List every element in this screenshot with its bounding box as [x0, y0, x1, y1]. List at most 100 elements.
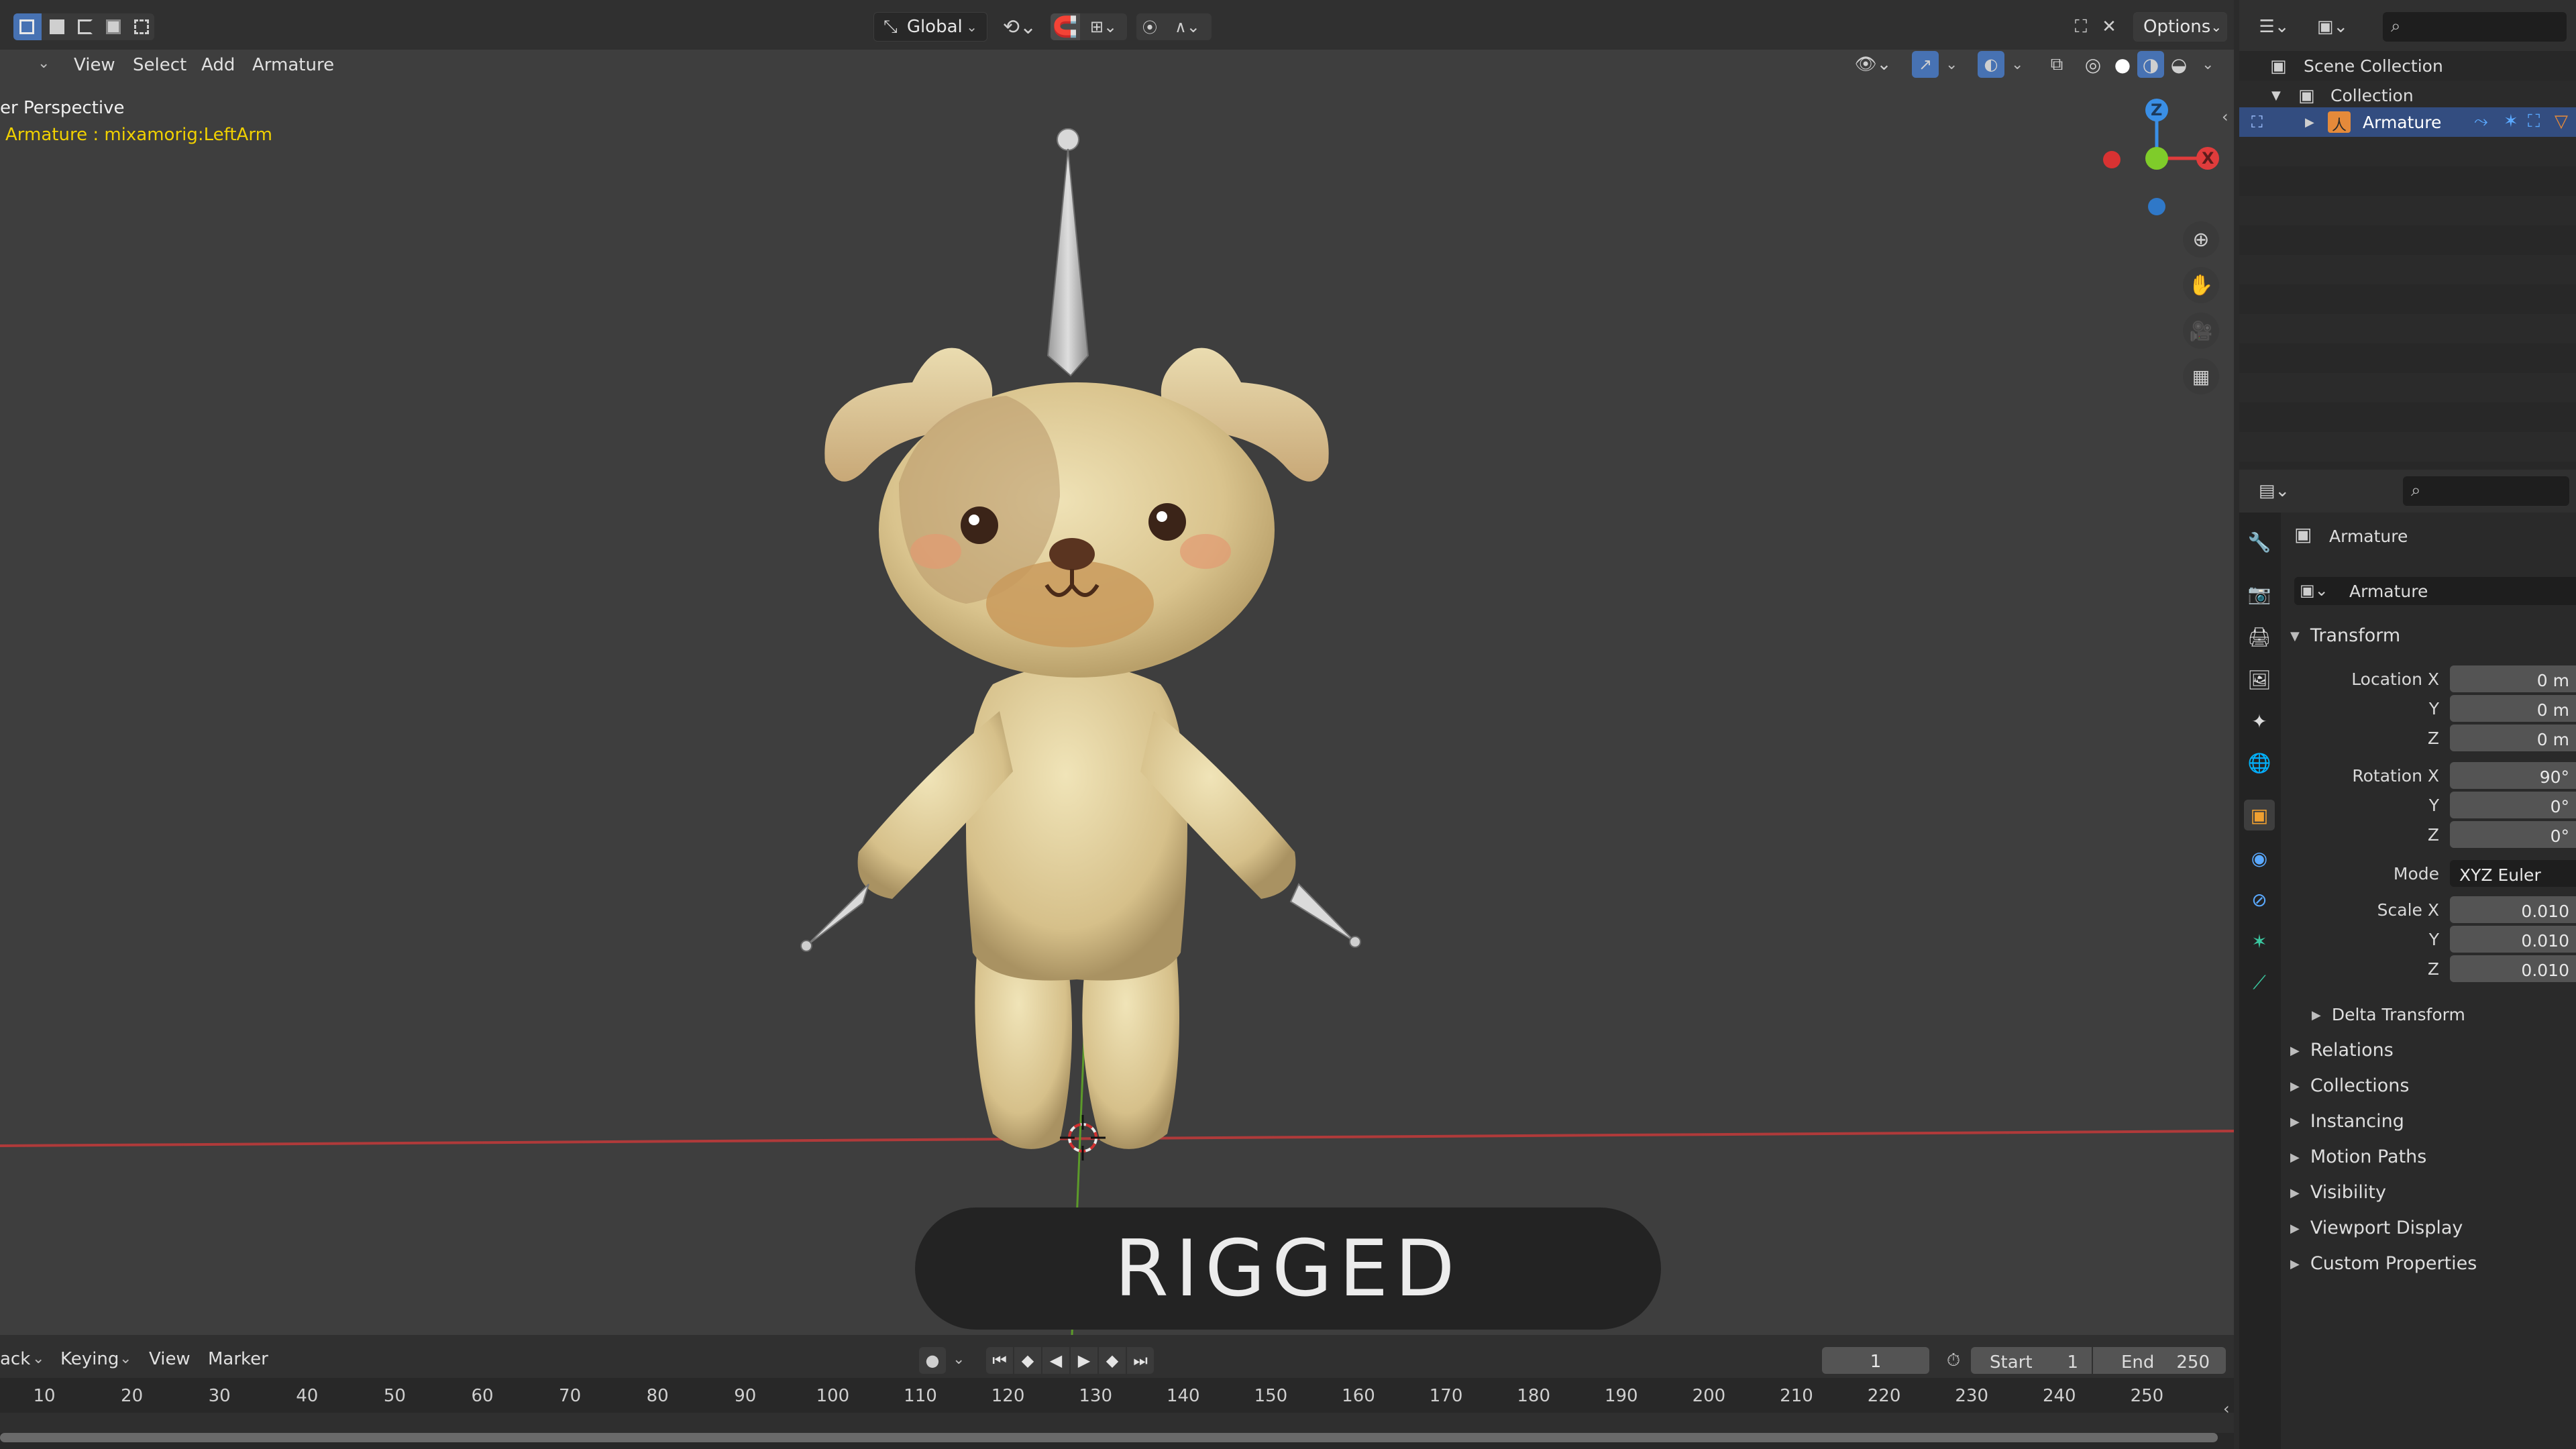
proportional-edit-icon[interactable]: ⦿: [1136, 13, 1163, 40]
rotation-y-field[interactable]: 0°: [2450, 792, 2576, 818]
motion-paths-panel[interactable]: ▶ Motion Paths: [2290, 1146, 2426, 1167]
play-reverse-icon[interactable]: ◀: [1042, 1347, 1069, 1374]
scale-z-field[interactable]: 0.010: [2450, 955, 2576, 982]
menu-view[interactable]: View: [74, 55, 115, 75]
tab-bone-icon[interactable]: ⟋: [2244, 967, 2275, 998]
tab-tool-icon[interactable]: 🔧: [2244, 527, 2275, 557]
snap-toggle-icon[interactable]: 🧲: [1051, 13, 1080, 40]
location-y-field[interactable]: 0 m: [2450, 695, 2576, 722]
record-icon[interactable]: ●: [919, 1347, 946, 1374]
current-frame-field[interactable]: 1: [1822, 1347, 1929, 1374]
falloff-icon[interactable]: ∧⌄: [1163, 13, 1212, 40]
viewport-display-panel[interactable]: ▶ Viewport Display: [2290, 1218, 2463, 1238]
location-z-field[interactable]: 0 m: [2450, 724, 2576, 751]
scale-y-field[interactable]: 0.010: [2450, 926, 2576, 953]
pivot-point-icon[interactable]: ⟲⌄: [1000, 13, 1040, 40]
shading-rendered-icon[interactable]: ◒: [2165, 51, 2192, 78]
expand-arrow-icon[interactable]: ▶: [2305, 115, 2314, 129]
tab-output-icon[interactable]: 🖨: [2244, 621, 2275, 652]
menu-keying[interactable]: Keying: [60, 1349, 119, 1369]
menu-timeline-view[interactable]: View: [149, 1349, 191, 1369]
timeline-track-area[interactable]: [0, 1413, 2234, 1433]
play-icon[interactable]: ▶: [1071, 1347, 1097, 1374]
outliner-row-collection[interactable]: ▼ ▣ Collection: [2239, 80, 2576, 110]
scale-x-field[interactable]: 0.010: [2450, 896, 2576, 923]
editor-type-icon[interactable]: ☰⌄: [2254, 13, 2294, 40]
stopwatch-icon[interactable]: ⏱: [1940, 1347, 1967, 1374]
custom-properties-panel[interactable]: ▶ Custom Properties: [2290, 1253, 2477, 1274]
tab-constraints-icon[interactable]: ⊘: [2244, 884, 2275, 915]
chevron-down-icon[interactable]: ⌄: [38, 55, 50, 72]
snap-settings-icon[interactable]: ⊞⌄: [1080, 13, 1127, 40]
intersect-selection-icon[interactable]: [134, 19, 149, 34]
instancing-panel[interactable]: ▶ Instancing: [2290, 1111, 2404, 1132]
tab-render-icon[interactable]: 📷: [2244, 578, 2275, 609]
chevron-down-icon[interactable]: ⌄: [2202, 56, 2214, 73]
chevron-down-icon[interactable]: ⌄: [119, 1350, 131, 1367]
close-icon[interactable]: ✕: [2096, 13, 2123, 40]
tab-view-layer-icon[interactable]: 🖼: [2244, 664, 2275, 695]
options-dropdown[interactable]: Options ⌄: [2133, 12, 2227, 42]
display-mode-icon[interactable]: ▣⌄: [2309, 13, 2356, 40]
transform-panel-header[interactable]: ▼ Transform: [2290, 625, 2400, 646]
next-keyframe-icon[interactable]: ◆: [1099, 1347, 1126, 1374]
tab-scene-icon[interactable]: ✦: [2244, 706, 2275, 737]
outliner-row-armature[interactable]: ⛶ ▶ 人 Armature ⤳ ✶ ⛶ ▽: [2239, 107, 2576, 137]
extend-selection-icon[interactable]: [50, 19, 64, 34]
prev-keyframe-icon[interactable]: ◆: [1014, 1347, 1041, 1374]
invert-selection-icon[interactable]: [106, 19, 121, 34]
chevron-down-icon[interactable]: ⌄: [953, 1351, 965, 1368]
visibility-panel[interactable]: ▶ Visibility: [2290, 1182, 2386, 1203]
select-mode-group[interactable]: [13, 13, 154, 40]
menu-armature[interactable]: Armature: [252, 55, 334, 75]
tab-modifiers-icon[interactable]: ◉: [2244, 843, 2275, 873]
timeline-collapse-icon[interactable]: ‹: [2223, 1399, 2230, 1418]
menu-select[interactable]: Select: [133, 55, 186, 75]
shading-solid-icon[interactable]: ●: [2109, 51, 2136, 78]
outliner[interactable]: ☰⌄ ▣⌄ ⌕ ▣ Scene Collection ▼ ▣ Collectio…: [2239, 0, 2576, 470]
object-datablock-field[interactable]: ▣⌄ Armature: [2294, 577, 2576, 605]
chevron-down-icon[interactable]: ⌄: [32, 1350, 44, 1367]
horizontal-scrollbar[interactable]: [0, 1433, 2218, 1442]
delta-transform-subpanel[interactable]: ▶ Delta Transform: [2312, 1005, 2465, 1024]
perspective-grid-icon[interactable]: ▦: [2183, 358, 2219, 394]
relations-panel[interactable]: ▶ Relations: [2290, 1040, 2394, 1061]
menu-marker[interactable]: Marker: [208, 1349, 268, 1369]
end-frame-field[interactable]: End 250: [2093, 1347, 2226, 1374]
camera-view-icon[interactable]: 🎥: [2183, 313, 2219, 349]
chevron-down-icon[interactable]: ⌄: [1945, 56, 1957, 73]
chevron-down-icon[interactable]: ⌄: [2011, 56, 2023, 73]
xray-toggle-icon[interactable]: ⧉: [2043, 51, 2070, 78]
gizmo-toggle-icon[interactable]: ⛶: [2068, 13, 2094, 40]
collections-panel[interactable]: ▶ Collections: [2290, 1075, 2409, 1096]
shading-wireframe-icon[interactable]: ◎: [2080, 51, 2106, 78]
tab-object-data-icon[interactable]: ✶: [2244, 926, 2275, 957]
tab-object-icon[interactable]: ▣: [2244, 800, 2275, 830]
editor-type-icon[interactable]: ▤⌄: [2254, 478, 2294, 504]
rotation-z-field[interactable]: 0°: [2450, 821, 2576, 848]
gizmo-visibility-icon[interactable]: ↗: [1912, 51, 1939, 78]
jump-end-icon[interactable]: ⏭: [1127, 1347, 1154, 1374]
rotation-mode-dropdown[interactable]: XYZ Euler: [2450, 860, 2576, 887]
navigation-gizmo[interactable]: Z X: [2090, 94, 2237, 228]
expand-arrow-icon[interactable]: ▼: [2271, 89, 2281, 103]
outliner-search-input[interactable]: ⌕: [2383, 12, 2567, 42]
sidebar-toggle-icon[interactable]: ‹: [2222, 107, 2229, 126]
menu-playback[interactable]: ack: [0, 1349, 30, 1369]
rotation-x-field[interactable]: 90°: [2450, 762, 2576, 789]
location-x-field[interactable]: 0 m: [2450, 665, 2576, 692]
subtract-selection-icon[interactable]: [78, 19, 93, 34]
visibility-eye-icon[interactable]: 👁⌄: [1853, 51, 1893, 78]
pan-hand-icon[interactable]: ✋: [2183, 267, 2219, 303]
zoom-icon[interactable]: ⊕: [2183, 221, 2219, 258]
jump-start-icon[interactable]: ⏮: [986, 1347, 1013, 1374]
properties-search-input[interactable]: ⌕: [2403, 476, 2569, 506]
outliner-row-scene-collection[interactable]: ▣ Scene Collection: [2239, 51, 2576, 80]
shading-material-icon[interactable]: ◑: [2137, 51, 2164, 78]
3d-viewport[interactable]: ⤡ Global ⌄ ⟲⌄ 🧲 ⊞⌄ ⦿ ∧⌄ ⛶ ✕ Options ⌄ ⌄ …: [0, 0, 2234, 1335]
start-frame-field[interactable]: Start 1: [1971, 1347, 2092, 1374]
tab-world-icon[interactable]: 🌐: [2244, 747, 2275, 778]
overlays-icon[interactable]: ◐: [1978, 51, 2004, 78]
menu-add[interactable]: Add: [201, 55, 235, 75]
orientation-dropdown[interactable]: ⤡ Global ⌄: [873, 12, 987, 42]
